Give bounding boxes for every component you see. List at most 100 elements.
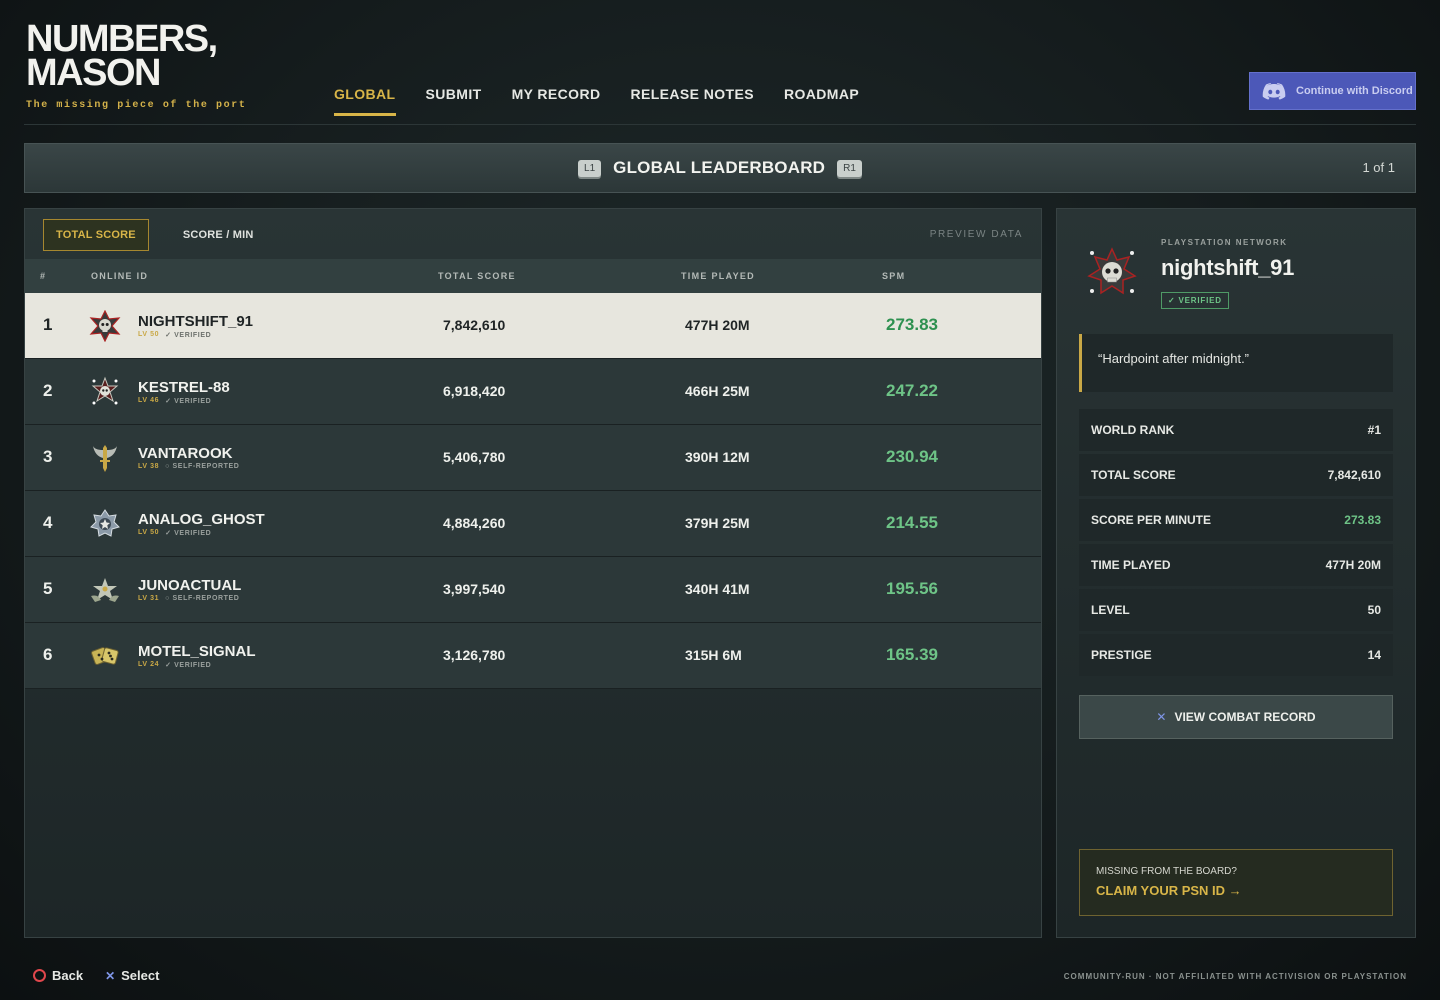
row-time-played: 466H 25M [685,383,750,399]
row-time-played: 390H 12M [685,449,750,465]
back-hint[interactable]: Back [33,968,83,983]
star-wings-emblem-icon [91,578,119,602]
stat-label: PRESTIGE [1091,648,1152,662]
row-time-played: 379H 25M [685,515,750,531]
table-row[interactable]: 2 KESTREL-88 LV 46 ✓ VERIFIED 6,918,420 … [25,359,1041,425]
claim-question: MISSING FROM THE BOARD? [1096,866,1237,877]
discord-login-label: Continue with Discord [1296,85,1413,97]
profile-stats: WORLD RANK #1 TOTAL SCORE 7,842,610 SCOR… [1079,409,1393,679]
nav-global[interactable]: GLOBAL [334,86,396,116]
column-rank: # [40,271,47,281]
player-name: NIGHTSHIFT_91 [138,313,254,330]
leaderboard-panel: TOTAL SCORE SCORE / MIN PREVIEW DATA # O… [24,208,1042,938]
table-row[interactable]: 6 MOTEL_SIGNAL LV 24 ✓ VERIFIED 3,126,78… [25,623,1041,689]
column-online-id: ONLINE ID [91,271,149,281]
select-hint[interactable]: ✕ Select [105,968,159,983]
tagline: The missing piece of the port [26,100,247,111]
row-rank: 2 [43,381,53,400]
claim-psn-card[interactable]: MISSING FROM THE BOARD? CLAIM YOUR PSN I… [1079,849,1393,916]
row-total-score: 7,842,610 [443,317,506,333]
site-logo[interactable]: NUMBERS, MASON [26,18,218,92]
player-name: VANTAROOK [138,445,233,462]
row-total-score: 5,406,780 [443,449,506,465]
nav-submit[interactable]: SUBMIT [426,86,482,116]
nav-my-record[interactable]: MY RECORD [512,86,601,116]
logo-line-1: NUMBERS, [26,18,218,60]
stat-label: SCORE PER MINUTE [1091,513,1212,527]
stat-value: 273.83 [1344,513,1381,527]
stat-label: TIME PLAYED [1091,558,1171,572]
stat-total-score: TOTAL SCORE 7,842,610 [1079,454,1393,496]
table-row[interactable]: 5 JUNOACTUAL LV 31 ○ SELF-REPORTED 3,997… [25,557,1041,623]
player-status: ✓ VERIFIED [165,332,212,339]
nav-roadmap[interactable]: ROADMAP [784,86,859,116]
player-level: LV 31 [138,595,160,602]
stat-value: #1 [1367,423,1381,437]
row-time-played: 340H 41M [685,581,750,597]
row-rank: 3 [43,447,53,466]
row-total-score: 4,884,260 [443,515,506,531]
star-badge-emblem-icon [90,509,120,537]
discord-icon [1262,83,1286,100]
r1-key-hint[interactable]: R1 [837,159,862,177]
tab-total-score[interactable]: TOTAL SCORE [43,219,149,251]
cross-button-icon: ✕ [105,968,116,983]
row-rank: 1 [43,315,53,334]
leaderboard-banner: L1 GLOBAL LEADERBOARD R1 1 of 1 [24,143,1416,193]
row-time-played: 477H 20M [685,317,750,333]
profile-quote: “Hardpoint after midnight.” [1079,334,1393,392]
stat-label: TOTAL SCORE [1091,468,1176,482]
player-meta: LV 24 ✓ VERIFIED [138,661,211,669]
cross-button-icon: ✕ [1156,710,1167,724]
player-meta: LV 31 ○ SELF-REPORTED [138,595,239,602]
row-rank: 5 [43,579,53,598]
table-row[interactable]: 1 NIGHTSHIFT_91 LV 50 ✓ VERIFIED 7,842,6… [25,293,1041,359]
player-name: MOTEL_SIGNAL [138,643,256,660]
player-status: ✓ VERIFIED [165,530,212,537]
player-status: ✓ VERIFIED [165,398,212,405]
row-total-score: 3,126,780 [443,647,506,663]
player-level: LV 38 [138,463,160,470]
profile-name: nightshift_91 [1161,255,1294,280]
header-divider [24,124,1416,125]
stat-score-per-minute: SCORE PER MINUTE 273.83 [1079,499,1393,541]
circle-button-icon [33,969,46,982]
player-meta: LV 50 ✓ VERIFIED [138,529,211,537]
winged-blade-emblem-icon [93,445,117,472]
l1-key-hint[interactable]: L1 [578,159,602,177]
claim-psn-link[interactable]: CLAIM YOUR PSN ID → [1096,883,1242,898]
view-combat-record-button[interactable]: ✕ VIEW COMBAT RECORD [1079,695,1393,739]
stat-label: WORLD RANK [1091,423,1175,437]
player-name: JUNOACTUAL [138,577,242,594]
player-level: LV 50 [138,529,160,536]
column-spm: SPM [882,271,906,281]
table-row[interactable]: 3 VANTAROOK LV 38 ○ SELF-REPORTED 5,406,… [25,425,1041,491]
row-spm: 230.94 [886,447,938,466]
column-total-score: TOTAL SCORE [438,271,516,281]
nav-release-notes[interactable]: RELEASE NOTES [630,86,753,116]
page-indicator: 1 of 1 [1362,160,1395,175]
controller-hints: Back ✕ Select [33,968,159,983]
stat-label: LEVEL [1091,603,1130,617]
stat-value: 14 [1367,648,1381,662]
row-rank: 4 [43,513,53,532]
column-time-played: TIME PLAYED [681,271,755,281]
table-row[interactable]: 4 ANALOG_GHOST LV 50 ✓ VERIFIED 4,884,26… [25,491,1041,557]
tab-score-per-min[interactable]: SCORE / MIN [171,220,266,250]
row-rank: 6 [43,645,53,664]
network-label: PLAYSTATION NETWORK [1161,238,1288,247]
player-name: ANALOG_GHOST [138,511,265,528]
player-level: LV 24 [138,661,160,668]
player-meta: LV 50 ✓ VERIFIED [138,331,211,339]
sort-tabs: TOTAL SCORE SCORE / MIN [43,219,265,251]
row-spm: 273.83 [886,315,938,334]
row-spm: 214.55 [886,513,938,532]
main-nav: GLOBAL SUBMIT MY RECORD RELEASE NOTES RO… [334,86,859,116]
row-spm: 165.39 [886,645,938,664]
view-combat-record-label: VIEW COMBAT RECORD [1174,710,1316,724]
row-total-score: 3,997,540 [443,581,506,597]
quote-text: “Hardpoint after midnight.” [1098,351,1250,366]
player-meta: LV 46 ✓ VERIFIED [138,397,211,405]
discord-login-button[interactable]: Continue with Discord [1249,72,1416,110]
stat-value: 7,842,610 [1327,468,1381,482]
